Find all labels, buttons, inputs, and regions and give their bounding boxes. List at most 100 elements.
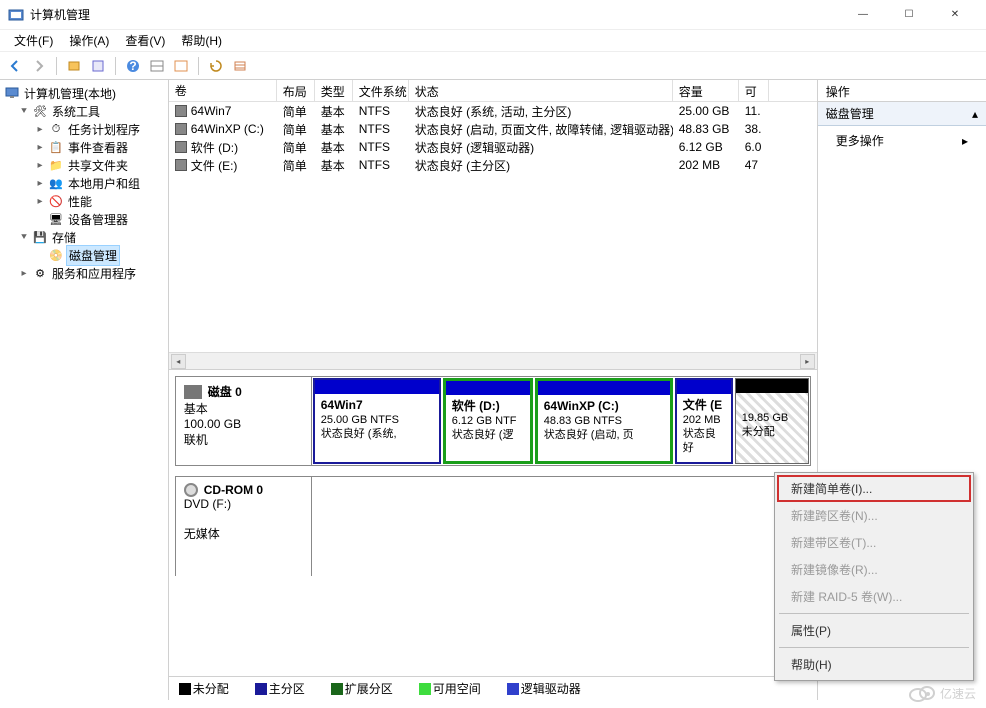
app-icon bbox=[8, 7, 24, 23]
expand-icon[interactable]: ▸ bbox=[34, 178, 46, 189]
expand-icon[interactable]: ⯆ bbox=[18, 232, 30, 243]
volume-row[interactable]: 64WinXP (C:)简单基本NTFS状态良好 (启动, 页面文件, 故障转储… bbox=[169, 120, 817, 138]
chevron-right-icon: ▸ bbox=[962, 134, 968, 148]
legend-ext-swatch bbox=[331, 683, 343, 695]
col-filesystem[interactable]: 文件系统 bbox=[353, 80, 409, 101]
clock-icon: ⏱ bbox=[48, 121, 64, 137]
volume-row[interactable]: 软件 (D:)简单基本NTFS状态良好 (逻辑驱动器)6.12 GB6.0 bbox=[169, 138, 817, 156]
legend-free-swatch bbox=[419, 683, 431, 695]
partition[interactable]: 64WinXP (C:)48.83 GB NTFS状态良好 (启动, 页 bbox=[535, 378, 673, 464]
storage-icon: 💾 bbox=[32, 229, 48, 245]
tree-task-scheduler[interactable]: ▸⏱任务计划程序 bbox=[34, 120, 166, 138]
col-layout[interactable]: 布局 bbox=[277, 80, 315, 101]
expand-icon[interactable]: ⯆ bbox=[18, 106, 30, 117]
context-menu-item: 新建带区卷(T)... bbox=[777, 529, 971, 556]
volume-icon bbox=[175, 159, 187, 171]
refresh-button[interactable] bbox=[205, 55, 227, 77]
legend: 未分配 主分区 扩展分区 可用空间 逻辑驱动器 bbox=[169, 676, 817, 700]
tree-device-manager[interactable]: 🖥设备管理器 bbox=[34, 210, 166, 228]
tree-shared-folders[interactable]: ▸📁共享文件夹 bbox=[34, 156, 166, 174]
expand-icon[interactable]: ▸ bbox=[34, 160, 46, 171]
volume-list-header: 卷 布局 类型 文件系统 状态 容量 可 bbox=[169, 80, 817, 102]
menu-action[interactable]: 操作(A) bbox=[61, 30, 117, 51]
cdrom-row: CD-ROM 0 DVD (F:) 无媒体 bbox=[175, 476, 811, 576]
scroll-left-button[interactable]: ◂ bbox=[171, 354, 186, 369]
forward-button[interactable] bbox=[28, 55, 50, 77]
col-volume[interactable]: 卷 bbox=[169, 80, 277, 101]
volume-row[interactable]: 64Win7简单基本NTFS状态良好 (系统, 活动, 主分区)25.00 GB… bbox=[169, 102, 817, 120]
expand-icon[interactable]: ▸ bbox=[18, 268, 30, 279]
users-icon: 👥 bbox=[48, 175, 64, 191]
legend-primary-swatch bbox=[255, 683, 267, 695]
view-settings-button[interactable] bbox=[170, 55, 192, 77]
perf-icon: 🚫 bbox=[48, 193, 64, 209]
svg-text:?: ? bbox=[129, 59, 136, 73]
up-button[interactable] bbox=[63, 55, 85, 77]
col-free[interactable]: 可 bbox=[739, 80, 769, 101]
menubar: 文件(F) 操作(A) 查看(V) 帮助(H) bbox=[0, 30, 986, 52]
col-capacity[interactable]: 容量 bbox=[673, 80, 739, 101]
services-icon: ⚙ bbox=[32, 265, 48, 281]
actions-header: 操作 bbox=[818, 80, 986, 102]
partition[interactable]: 软件 (D:)6.12 GB NTF状态良好 (逻 bbox=[443, 378, 533, 464]
properties-button[interactable] bbox=[87, 55, 109, 77]
tree-system-tools[interactable]: ⯆ 🛠 系统工具 bbox=[18, 102, 166, 120]
tree-panel: 计算机管理(本地) ⯆ 🛠 系统工具 ▸⏱任务计划程序 ▸📋事件查看器 ▸📁共享… bbox=[0, 80, 169, 700]
cdrom-info[interactable]: CD-ROM 0 DVD (F:) 无媒体 bbox=[176, 477, 312, 576]
volume-icon bbox=[175, 123, 187, 135]
titlebar: 计算机管理 — ☐ ✕ bbox=[0, 0, 986, 30]
maximize-button[interactable]: ☐ bbox=[886, 0, 932, 30]
legend-unalloc-swatch bbox=[179, 683, 191, 695]
device-icon: 🖥 bbox=[48, 211, 64, 227]
cdrom-icon bbox=[184, 483, 198, 497]
watermark-icon bbox=[908, 684, 936, 702]
menu-view[interactable]: 查看(V) bbox=[117, 30, 173, 51]
actions-section[interactable]: 磁盘管理 ▴ bbox=[818, 102, 986, 126]
help-button[interactable]: ? bbox=[122, 55, 144, 77]
menu-file[interactable]: 文件(F) bbox=[6, 30, 61, 51]
collapse-icon[interactable]: ▴ bbox=[972, 107, 978, 121]
expand-icon[interactable]: ▸ bbox=[34, 124, 46, 135]
volume-row[interactable]: 文件 (E:)简单基本NTFS状态良好 (主分区)202 MB47 bbox=[169, 156, 817, 174]
context-menu: 新建简单卷(I)...新建跨区卷(N)...新建带区卷(T)...新建镜像卷(R… bbox=[774, 472, 974, 681]
computer-icon bbox=[4, 85, 20, 101]
disk-graphical-view: 磁盘 0 基本 100.00 GB 联机 64Win725.00 GB NTFS… bbox=[169, 370, 817, 676]
window-title: 计算机管理 bbox=[30, 6, 840, 23]
tree-performance[interactable]: ▸🚫性能 bbox=[34, 192, 166, 210]
tree-local-users[interactable]: ▸👥本地用户和组 bbox=[34, 174, 166, 192]
volume-icon bbox=[175, 105, 187, 117]
tree-disk-management[interactable]: 📀磁盘管理 bbox=[34, 246, 166, 264]
tree-event-viewer[interactable]: ▸📋事件查看器 bbox=[34, 138, 166, 156]
partition[interactable]: 19.85 GB未分配 bbox=[735, 378, 809, 464]
col-type[interactable]: 类型 bbox=[315, 80, 353, 101]
context-menu-item[interactable]: 帮助(H) bbox=[777, 651, 971, 678]
tree-services[interactable]: ▸ ⚙ 服务和应用程序 bbox=[18, 264, 166, 282]
col-status[interactable]: 状态 bbox=[409, 80, 673, 101]
share-icon: 📁 bbox=[48, 157, 64, 173]
tree-root[interactable]: 计算机管理(本地) bbox=[2, 84, 166, 102]
close-button[interactable]: ✕ bbox=[932, 0, 978, 30]
list-button[interactable] bbox=[229, 55, 251, 77]
context-menu-item[interactable]: 新建简单卷(I)... bbox=[777, 475, 971, 502]
expand-icon[interactable]: ▸ bbox=[34, 142, 46, 153]
partition[interactable]: 文件 (E202 MB状态良好 bbox=[675, 378, 733, 464]
disk-0-row: 磁盘 0 基本 100.00 GB 联机 64Win725.00 GB NTFS… bbox=[175, 376, 811, 466]
expand-icon[interactable]: ▸ bbox=[34, 196, 46, 207]
actions-more[interactable]: 更多操作 ▸ bbox=[818, 126, 986, 155]
scroll-right-button[interactable]: ▸ bbox=[800, 354, 815, 369]
watermark: 亿速云 bbox=[908, 684, 976, 702]
context-menu-item: 新建镜像卷(R)... bbox=[777, 556, 971, 583]
tree-storage[interactable]: ⯆ 💾 存储 bbox=[18, 228, 166, 246]
context-menu-item: 新建 RAID-5 卷(W)... bbox=[777, 583, 971, 610]
event-icon: 📋 bbox=[48, 139, 64, 155]
menu-help[interactable]: 帮助(H) bbox=[173, 30, 230, 51]
legend-logical-swatch bbox=[507, 683, 519, 695]
horizontal-scrollbar[interactable]: ◂ ▸ bbox=[169, 352, 817, 369]
minimize-button[interactable]: — bbox=[840, 0, 886, 30]
context-menu-item[interactable]: 属性(P) bbox=[777, 617, 971, 644]
back-button[interactable] bbox=[4, 55, 26, 77]
partition[interactable]: 64Win725.00 GB NTFS状态良好 (系统, bbox=[313, 378, 441, 464]
view-split-button[interactable] bbox=[146, 55, 168, 77]
disk-0-info[interactable]: 磁盘 0 基本 100.00 GB 联机 bbox=[176, 377, 312, 465]
disk-icon: 📀 bbox=[48, 247, 64, 263]
